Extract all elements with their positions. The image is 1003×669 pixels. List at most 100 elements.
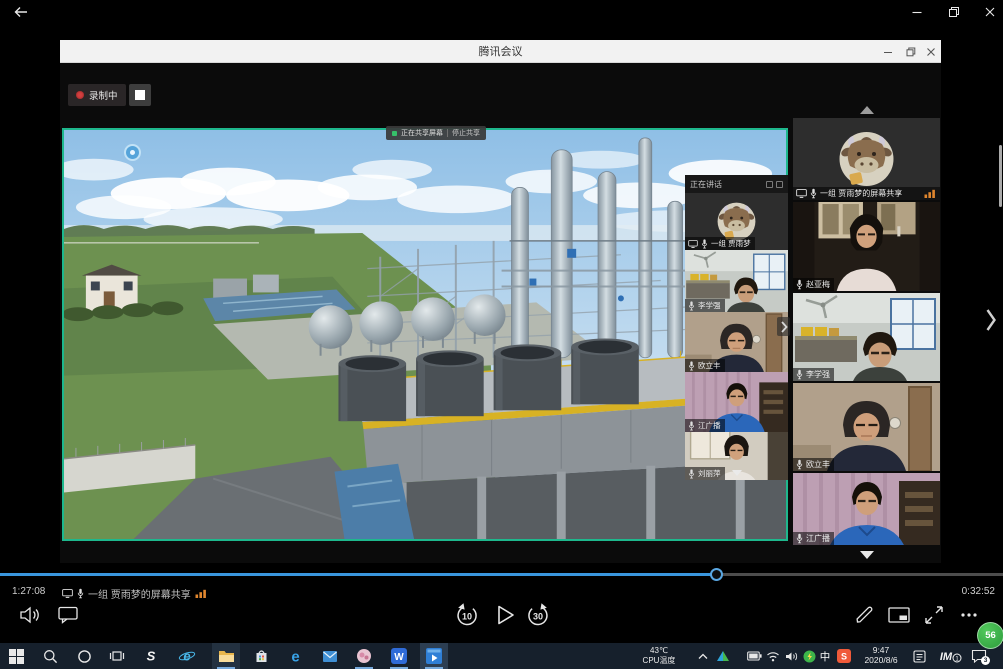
- volume-tray-button[interactable]: [781, 643, 801, 669]
- sidebar-scroll-down-button[interactable]: [857, 549, 877, 561]
- stop-share-button[interactable]: 停止共享: [452, 128, 480, 138]
- search-icon: [43, 649, 58, 664]
- chat-button[interactable]: [56, 604, 80, 626]
- s-app-icon: S: [143, 648, 159, 664]
- speaking-tile-5[interactable]: 刘丽萍: [685, 432, 788, 480]
- svg-text:e: e: [183, 649, 190, 664]
- mic-icon: [688, 301, 695, 311]
- meeting-close-button[interactable]: [922, 44, 940, 59]
- edge-icon: e: [287, 648, 304, 665]
- app-minimize-button[interactable]: [905, 4, 929, 20]
- sidebar-expand-chevron[interactable]: [982, 302, 1000, 338]
- participant-label: 欧立丰: [793, 458, 834, 471]
- im-tray-button[interactable]: IM1: [936, 643, 964, 669]
- panel-collapse-chevron[interactable]: [777, 317, 790, 336]
- participant-tile-screen-share[interactable]: 一组 贾雨梦的屏幕共享: [793, 118, 940, 200]
- panel-scroll-down-icon[interactable]: [732, 470, 742, 476]
- edge-button[interactable]: e: [281, 643, 309, 669]
- progress-thumb[interactable]: [710, 568, 723, 581]
- gpu-tray-button[interactable]: [712, 643, 734, 669]
- scrollbar-thumb[interactable]: [999, 145, 1002, 207]
- wps-button[interactable]: W: [385, 643, 413, 669]
- speaking-tile-1[interactable]: 一组 贾雨梦: [685, 193, 788, 250]
- internet-explorer-button[interactable]: e: [173, 643, 201, 669]
- participant-label: 一组 贾雨梦的屏幕共享: [793, 187, 940, 200]
- task-view-button[interactable]: [103, 643, 131, 669]
- speaking-tile-3[interactable]: 欧立丰: [685, 312, 788, 372]
- store-button[interactable]: [247, 643, 275, 669]
- participant-tile-5[interactable]: 江广播: [793, 473, 940, 545]
- notes-icon: [913, 650, 926, 663]
- speaking-panel-header[interactable]: 正在讲话: [685, 175, 788, 193]
- mail-button[interactable]: [316, 643, 344, 669]
- file-explorer-button[interactable]: [212, 643, 240, 669]
- edit-button[interactable]: [851, 602, 877, 628]
- svg-text:IM: IM: [940, 651, 953, 663]
- speaking-tile-4[interactable]: 江广播: [685, 372, 788, 432]
- volume-button[interactable]: [16, 602, 44, 628]
- mic-icon: [796, 369, 803, 380]
- mic-icon: [77, 588, 84, 599]
- meeting-minimize-button[interactable]: [879, 44, 897, 59]
- round-app-button[interactable]: [350, 643, 378, 669]
- fullscreen-button[interactable]: [921, 602, 947, 628]
- s-app-button[interactable]: S: [137, 643, 165, 669]
- clock-date: 2020/8/6: [854, 656, 908, 666]
- progress-bar[interactable]: [0, 573, 1003, 576]
- ime-indicator[interactable]: 中: [816, 643, 834, 669]
- picture-in-picture-button[interactable]: [886, 602, 912, 628]
- cpu-temperature: 43℃ CPU温度: [626, 646, 692, 665]
- share-banner: 正在共享屏幕 停止共享: [386, 126, 486, 140]
- screen-share-icon: [62, 589, 73, 598]
- meeting-restore-button[interactable]: [902, 44, 920, 59]
- sogou-icon: S: [837, 649, 851, 663]
- store-icon: [254, 648, 269, 664]
- wifi-tray-button[interactable]: [763, 643, 783, 669]
- svg-text:10: 10: [462, 612, 472, 622]
- sogou-tray-button[interactable]: S: [834, 643, 854, 669]
- battery-icon: [747, 651, 762, 661]
- cortana-icon: [77, 649, 92, 664]
- meeting-window-title: 腾讯会议: [479, 43, 523, 59]
- svg-text:S: S: [147, 649, 156, 664]
- sharing-dot-icon: [392, 131, 397, 136]
- panel-close-icon[interactable]: [776, 181, 783, 188]
- participant-label: 欧立丰: [685, 359, 725, 372]
- app-restore-button[interactable]: [942, 4, 966, 20]
- sidebar-scroll-up-button[interactable]: [857, 104, 877, 116]
- skip-back-button[interactable]: 10: [451, 599, 483, 631]
- speaking-tile-2[interactable]: 李学强: [685, 250, 788, 312]
- svg-text:30: 30: [533, 612, 543, 622]
- search-button[interactable]: [36, 643, 64, 669]
- file-explorer-icon: [218, 649, 235, 663]
- stop-recording-button[interactable]: [129, 84, 151, 106]
- app-close-button[interactable]: [978, 4, 1002, 20]
- taskbar-clock[interactable]: 9:47 2020/8/6: [854, 646, 908, 665]
- tray-expand-button[interactable]: [693, 643, 713, 669]
- battery-tray-button[interactable]: [744, 643, 764, 669]
- skip-forward-button[interactable]: 30: [522, 599, 554, 631]
- wps-icon: W: [391, 648, 407, 664]
- mic-icon: [796, 459, 803, 470]
- participant-tile-4[interactable]: 欧立丰: [793, 383, 940, 471]
- screen-share-view[interactable]: [62, 128, 788, 541]
- performance-badge[interactable]: 56: [977, 622, 1003, 649]
- back-button[interactable]: [8, 3, 34, 21]
- more-options-button[interactable]: [956, 602, 982, 628]
- panel-layout-icon[interactable]: [766, 181, 773, 188]
- meeting-title-bar[interactable]: 腾讯会议: [60, 40, 941, 63]
- speaker-icon: [785, 651, 798, 662]
- industrial-plant-render: [64, 130, 786, 539]
- play-button[interactable]: [489, 600, 519, 630]
- start-button[interactable]: [2, 643, 30, 669]
- mic-icon: [810, 188, 817, 199]
- task-view-icon: [109, 649, 125, 663]
- participant-tile-3[interactable]: 李学强: [793, 293, 940, 381]
- notes-tray-button[interactable]: [908, 643, 930, 669]
- windows-logo-icon: [9, 649, 24, 664]
- recording-status: 录制中: [68, 84, 126, 106]
- movies-tv-app: 腾讯会议 录制中: [0, 0, 1003, 669]
- participant-tile-2[interactable]: 赵亚梅: [793, 202, 940, 291]
- cortana-button[interactable]: [70, 643, 98, 669]
- movies-tv-button[interactable]: [420, 643, 448, 669]
